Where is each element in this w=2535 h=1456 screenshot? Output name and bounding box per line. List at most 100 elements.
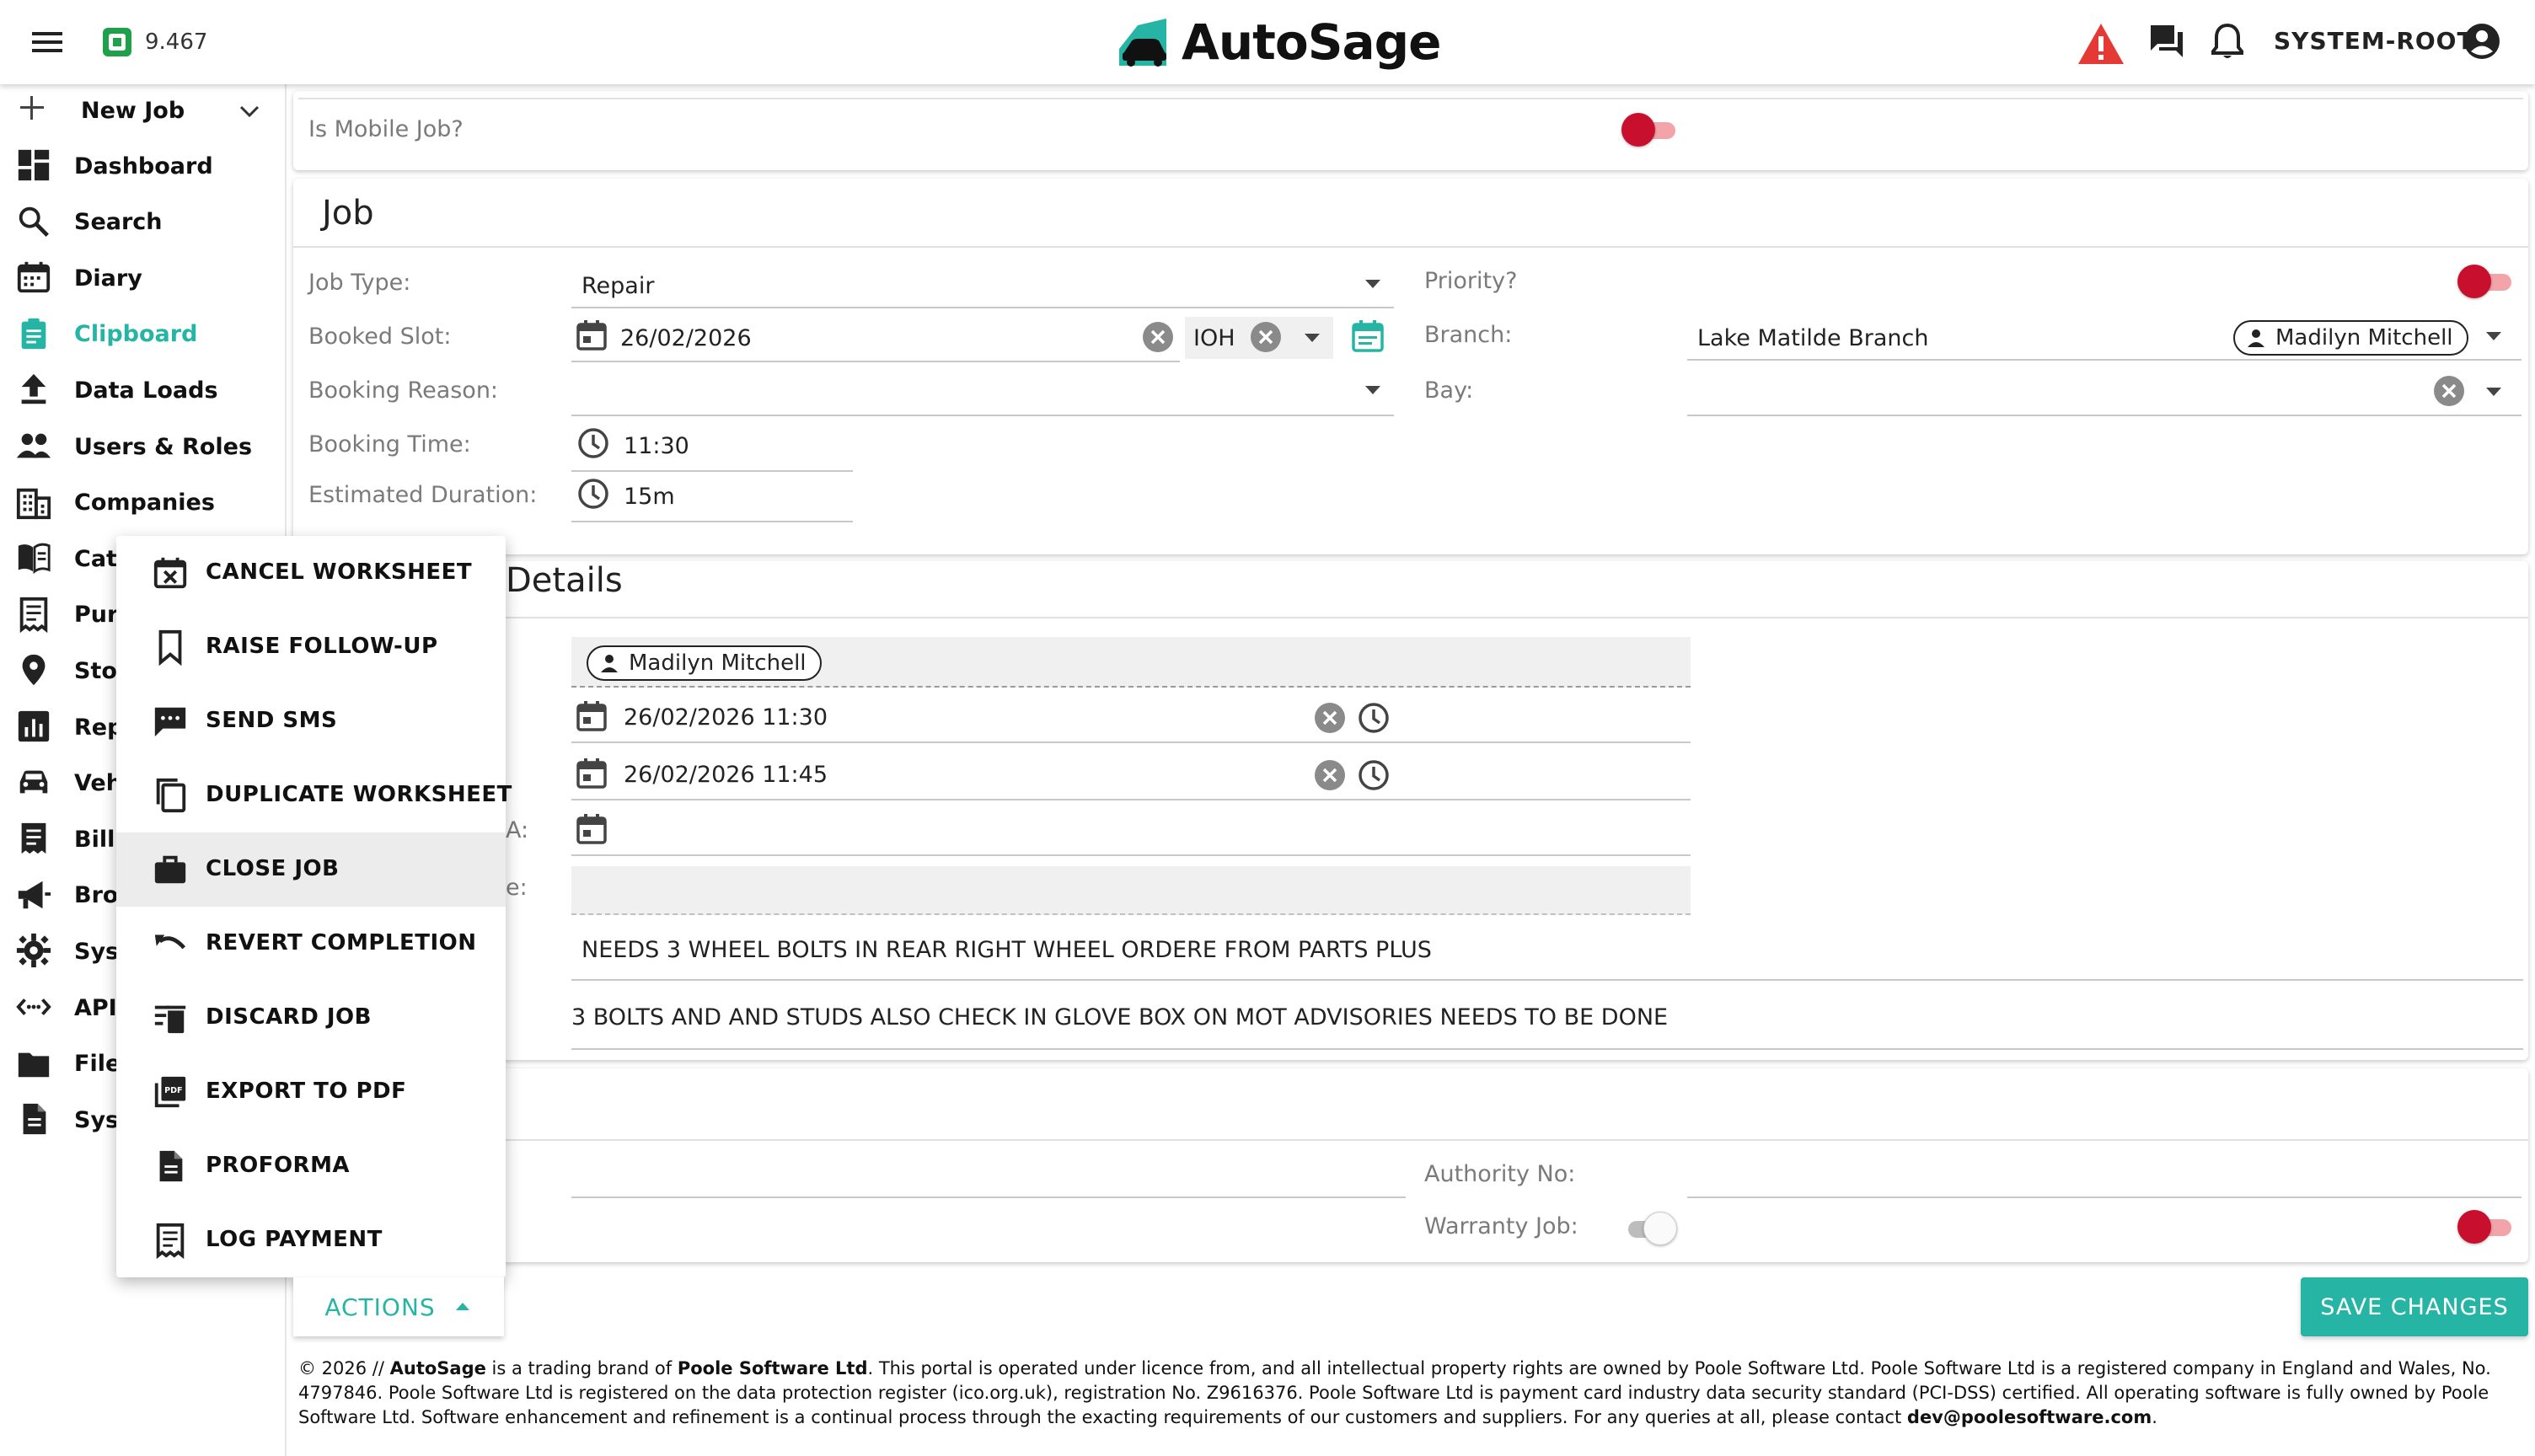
clock-icon[interactable]	[1357, 758, 1391, 792]
calendar-icon[interactable]	[575, 699, 608, 733]
menu-item-label: RAISE FOLLOW-UP	[206, 634, 438, 659]
branch-user-name: Madilyn Mitchell	[2275, 325, 2453, 351]
slot-code-field[interactable]: IOH	[1185, 317, 1333, 359]
mobile-job-toggle[interactable]	[1621, 113, 1677, 147]
menu-item-log-payment[interactable]: LOG PAYMENT	[116, 1203, 506, 1277]
people-icon	[15, 427, 54, 466]
footer-text: .	[2152, 1407, 2157, 1427]
menu-item-export-to-pdf[interactable]: PDF EXPORT TO PDF	[116, 1055, 506, 1129]
clear-start-icon[interactable]	[1313, 701, 1347, 735]
pdf-icon: PDF	[152, 1073, 189, 1111]
sidebar-item-search[interactable]: Search	[0, 196, 287, 249]
menu-item-close-job[interactable]: CLOSE JOB	[116, 832, 506, 907]
search-icon	[15, 203, 54, 242]
start-datetime-value[interactable]: 26/02/2026 11:30	[624, 704, 828, 731]
api-icon	[15, 988, 54, 1027]
menu-item-raise-follow-up[interactable]: RAISE FOLLOW-UP	[116, 610, 506, 684]
clear-date-icon[interactable]	[1141, 320, 1175, 354]
messages-icon[interactable]	[2147, 22, 2189, 64]
sidebar-item-label: Dashboard	[74, 153, 213, 179]
booked-slot-date[interactable]: 26/02/2026	[620, 325, 752, 351]
slot-code-value: IOH	[1193, 325, 1235, 351]
clear-bay-icon[interactable]	[2432, 374, 2466, 408]
branch-label: Branch:	[1424, 322, 1513, 348]
sidebar-item-dashboard[interactable]: Dashboard	[0, 140, 287, 192]
warning-icon[interactable]	[2077, 22, 2124, 64]
upload-icon	[15, 371, 54, 410]
menu-icon[interactable]	[30, 25, 66, 59]
menu-item-proforma[interactable]: PROFORMA	[116, 1129, 506, 1203]
folder-icon	[15, 1045, 54, 1084]
estimated-duration-value[interactable]: 15m	[624, 484, 675, 510]
sidebar-item-users-roles[interactable]: Users & Roles	[0, 420, 287, 473]
sidebar-item-label: Search	[74, 209, 163, 236]
note-line-1[interactable]: NEEDS 3 WHEEL BOLTS IN REAR RIGHT WHEEL …	[581, 937, 1432, 963]
sidebar-item-companies[interactable]: Companies	[0, 477, 287, 529]
clock-icon[interactable]	[1357, 701, 1391, 735]
menu-item-discard-job[interactable]: DISCARD JOB	[116, 981, 506, 1055]
username[interactable]: SYSTEM-ROOT	[2274, 27, 2474, 55]
clock-icon[interactable]	[576, 426, 610, 460]
priority-label: Priority?	[1424, 268, 1518, 294]
menu-item-cancel-worksheet[interactable]: CANCEL WORKSHEET	[116, 536, 506, 610]
booking-reason-select[interactable]	[571, 415, 1394, 416]
actions-label: ACTIONS	[324, 1293, 436, 1321]
copy-icon	[152, 777, 189, 814]
bell-icon[interactable]	[2210, 22, 2252, 64]
sidebar-item-label: Data Loads	[74, 377, 218, 404]
left-field[interactable]	[571, 1196, 1406, 1198]
footer-text: © 2026 //	[298, 1358, 390, 1378]
clock-icon[interactable]	[576, 477, 610, 511]
menu-item-label: DUPLICATE WORKSHEET	[206, 782, 512, 807]
sidebar-item-data-loads[interactable]: Data Loads	[0, 364, 287, 416]
clear-slot-icon[interactable]	[1249, 320, 1283, 354]
calendar-x-icon	[152, 554, 189, 592]
calendar-icon[interactable]	[575, 812, 608, 846]
person-icon	[2245, 327, 2267, 349]
menu-item-duplicate-worksheet[interactable]: DUPLICATE WORKSHEET	[116, 758, 512, 832]
credit-balance[interactable]: 9.467	[101, 24, 207, 61]
booked-slot-label: Booked Slot:	[308, 324, 452, 350]
bay-select[interactable]	[1687, 415, 2522, 416]
assignee-name: Madilyn Mitchell	[629, 650, 807, 676]
booking-reason-dropdown-icon[interactable]	[1359, 376, 1387, 404]
bay-dropdown-icon[interactable]	[2479, 377, 2508, 406]
brand-name: AutoSage	[1182, 13, 1442, 71]
new-job-button[interactable]: New Job	[0, 84, 287, 136]
job-type-dropdown-icon[interactable]	[1359, 270, 1387, 298]
brand-logo[interactable]: AutoSage	[1116, 7, 1442, 78]
sidebar-item-label: Companies	[74, 490, 215, 517]
slot-picker-icon[interactable]	[1350, 318, 1385, 354]
end-datetime-value[interactable]: 26/02/2026 11:45	[624, 762, 828, 788]
job-type-select[interactable]: Repair	[581, 273, 654, 299]
authority-input[interactable]	[1687, 1196, 2522, 1198]
warranty-toggle[interactable]	[2457, 1210, 2513, 1244]
estimated-duration-label: Estimated Duration:	[308, 482, 538, 508]
save-changes-button[interactable]: SAVE CHANGES	[2301, 1277, 2528, 1336]
caret-up-icon	[453, 1297, 473, 1317]
note-line-2[interactable]: 3 BOLTS AND AND STUDS ALSO CHECK IN GLOV…	[571, 1004, 1668, 1030]
branch-value[interactable]: Lake Matilde Branch	[1697, 325, 1928, 351]
sidebar-item-label: API	[74, 994, 117, 1021]
report-icon	[15, 708, 54, 747]
slot-dropdown-icon[interactable]	[1298, 324, 1326, 352]
calendar-icon[interactable]	[575, 318, 608, 352]
sidebar-item-diary[interactable]: Diary	[0, 252, 287, 304]
menu-item-send-sms[interactable]: SEND SMS	[116, 684, 506, 758]
account-icon[interactable]	[2463, 22, 2505, 64]
branch-dropdown-icon[interactable]	[2479, 322, 2508, 351]
booking-time-value[interactable]: 11:30	[624, 433, 689, 459]
warranty-label: Warranty Job:	[1424, 1213, 1578, 1239]
footer-email-link[interactable]: dev@poolesoftware.com	[1907, 1407, 2152, 1427]
megaphone-icon	[15, 876, 54, 915]
actions-button[interactable]: ACTIONS	[293, 1277, 504, 1336]
priority-toggle[interactable]	[2457, 265, 2513, 298]
menu-item-revert-completion[interactable]: REVERT COMPLETION	[116, 907, 506, 981]
branch-user-chip[interactable]: Madilyn Mitchell	[2233, 320, 2468, 356]
calendar-icon[interactable]	[575, 757, 608, 790]
assignee-chip[interactable]: Madilyn Mitchell	[587, 645, 822, 681]
unlabelled-toggle[interactable]	[1621, 1212, 1677, 1245]
actions-menu: CANCEL WORKSHEET RAISE FOLLOW-UP SEND SMS D…	[116, 536, 512, 1277]
sidebar-item-clipboard[interactable]: Clipboard	[0, 308, 287, 361]
clear-end-icon[interactable]	[1313, 758, 1347, 792]
